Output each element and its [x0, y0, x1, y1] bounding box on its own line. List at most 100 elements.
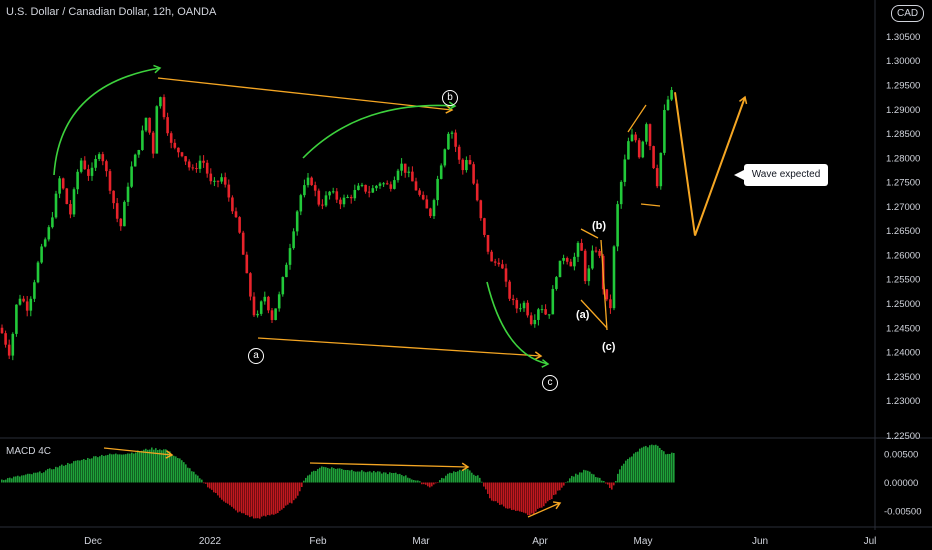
candle-body [619, 181, 623, 205]
macd-bar [125, 454, 127, 483]
price-tick-label: 1.30000 [886, 56, 920, 67]
macd-bar [119, 454, 121, 483]
macd-bar [335, 468, 337, 483]
macd-bar [231, 482, 233, 507]
macd-bar [145, 448, 147, 483]
macd-bar [441, 477, 443, 483]
macd-bar [201, 479, 203, 483]
macd-bar [219, 482, 221, 498]
candle-body [29, 298, 33, 311]
macd-bar [489, 482, 491, 499]
candle-body [133, 154, 137, 167]
macd-bar [193, 471, 195, 483]
macd-bar [619, 469, 621, 483]
macd-bar [501, 482, 503, 505]
macd-title: MACD 4C [6, 446, 52, 457]
macd-bar [665, 454, 667, 483]
candle-body [666, 99, 670, 111]
macd-bar [491, 482, 493, 501]
candle-body [263, 296, 267, 302]
macd-bar [319, 467, 321, 483]
macd-bar [277, 482, 279, 513]
macd-bar [343, 469, 345, 483]
macd-bar [427, 482, 429, 487]
candle-body [292, 231, 295, 249]
macd-bar [463, 468, 465, 483]
macd-bar [439, 480, 441, 483]
candle-body [472, 164, 475, 184]
macd-bar [133, 453, 135, 483]
macd-bar [537, 482, 539, 509]
macd-bar [13, 476, 15, 483]
candle-body [202, 160, 205, 163]
macd-bar [47, 468, 49, 483]
macd-bar [593, 474, 595, 483]
candle-body [425, 199, 429, 209]
macd-bar [91, 458, 93, 483]
time-tick-label: Jul [864, 536, 877, 547]
macd-bar [545, 482, 547, 504]
candle-body [429, 208, 432, 217]
macd-bar [621, 465, 623, 483]
macd-bar [643, 446, 645, 483]
wave-expected-callout: Wave expected [734, 164, 828, 186]
candle-body [216, 180, 220, 182]
macd-bar [399, 473, 401, 483]
candle-body [591, 250, 594, 269]
candle-body [371, 188, 375, 193]
chart-canvas[interactable]: 1.23000 1.23500 1.24000 1.24500 1.25000 1.255… [0, 0, 932, 550]
candle-body [403, 163, 407, 173]
price-tick-label: 1.29000 [886, 105, 920, 116]
macd-bar [505, 482, 507, 509]
candle-body [648, 124, 652, 147]
macd-bar [609, 482, 611, 488]
macd-bar [147, 449, 149, 483]
time-tick-label: Apr [532, 536, 548, 547]
candle-body [252, 296, 256, 316]
macd-bar [273, 482, 275, 515]
macd-bar [471, 472, 473, 483]
candle-body [465, 160, 468, 171]
candle-body [126, 186, 130, 202]
candle-body [652, 146, 655, 169]
macd-bar [157, 450, 159, 483]
candle-body [353, 190, 357, 199]
candle-body [40, 246, 43, 263]
macd-bar [547, 482, 549, 502]
currency-badge[interactable]: CAD [891, 5, 925, 22]
macd-bar [281, 482, 283, 510]
macd-bar [337, 468, 339, 483]
candle-body [479, 200, 483, 219]
macd-bar [597, 477, 599, 483]
macd-bar [207, 482, 209, 488]
macd-bar [509, 482, 511, 509]
macd-bar [359, 471, 361, 483]
price-tick-label: 1.27500 [886, 178, 920, 189]
macd-bar [503, 482, 505, 507]
macd-bar [477, 475, 479, 483]
price-tick-label: 1.26500 [886, 226, 920, 237]
macd-bar [85, 459, 87, 483]
macd-bar [435, 482, 437, 484]
candle-body [342, 197, 346, 205]
macd-bar [479, 477, 481, 483]
macd-bar [3, 480, 5, 483]
candle-body [598, 250, 601, 256]
macd-bar [77, 460, 79, 483]
macd-bar [361, 470, 363, 483]
candle-body [396, 170, 400, 181]
macd-bar [123, 454, 125, 483]
green-curve-arrow [302, 104, 456, 159]
macd-bar [39, 471, 41, 483]
candle-body [501, 264, 504, 269]
macd-bar [111, 454, 113, 483]
candle-body [331, 191, 335, 193]
macd-bar [475, 475, 477, 483]
macd-bar [31, 474, 33, 483]
candle-body [418, 190, 421, 195]
price-tick-label: 1.30500 [886, 32, 920, 43]
macd-bar [11, 478, 13, 483]
candle-body [583, 250, 587, 282]
time-tick-label: Jun [752, 536, 768, 547]
wave-label-sub-a: (a) [576, 309, 590, 321]
